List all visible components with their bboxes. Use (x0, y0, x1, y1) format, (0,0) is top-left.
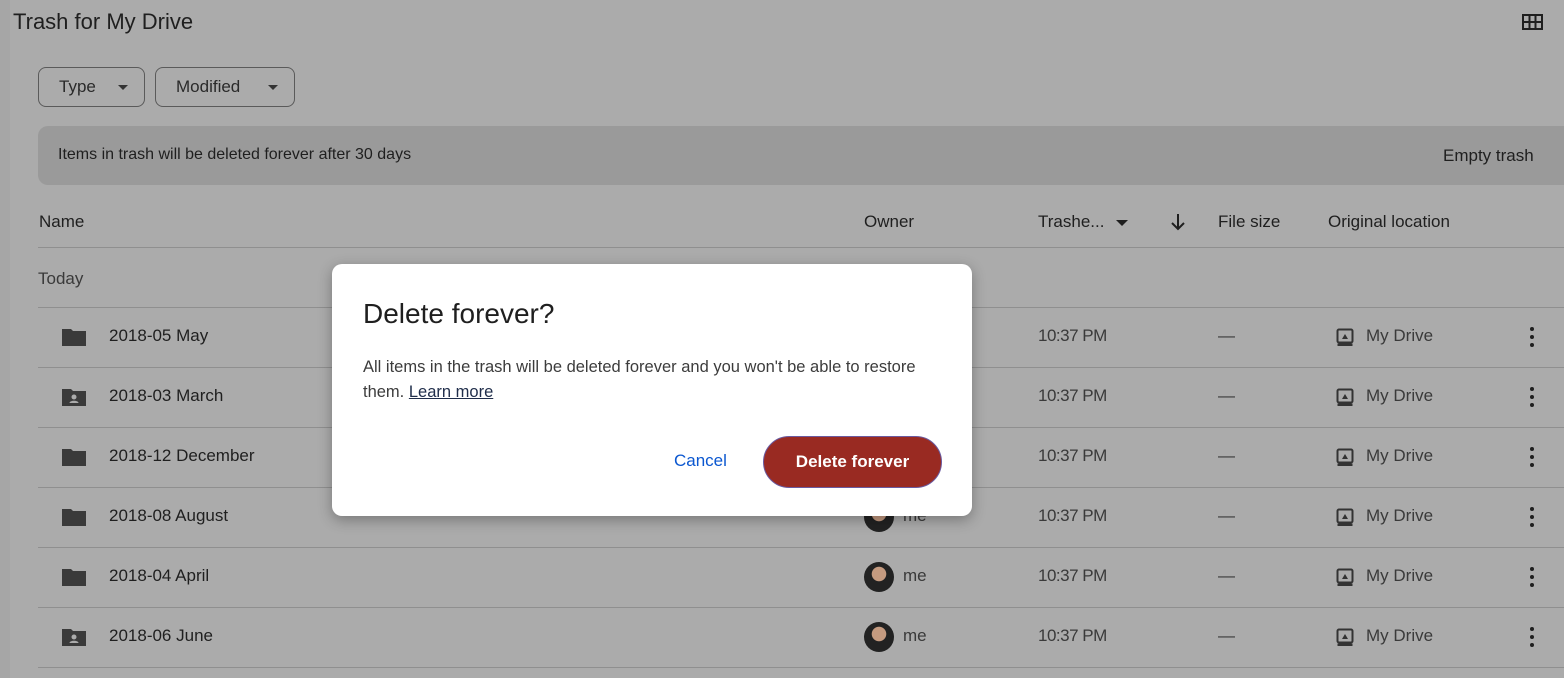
avatar (864, 622, 894, 652)
my-drive-icon (1336, 388, 1354, 406)
trashed-time: 10:37 PM (1038, 386, 1107, 405)
empty-trash-button[interactable]: Empty trash (1443, 146, 1534, 166)
dialog-title: Delete forever? (363, 298, 555, 329)
my-drive-icon (1336, 328, 1354, 346)
my-drive-icon (1336, 628, 1354, 646)
column-name[interactable]: Name (39, 212, 84, 232)
divider (38, 247, 1564, 248)
table-row[interactable]: 2018-06 June me 10:37 PM — My Drive (38, 607, 1564, 667)
my-drive-icon (1336, 568, 1354, 586)
more-options-icon[interactable] (1526, 565, 1538, 589)
type-filter[interactable]: Type (38, 67, 145, 107)
column-original-location[interactable]: Original location (1328, 212, 1450, 232)
file-name: 2018-08 August (109, 506, 229, 525)
file-size: — (1218, 566, 1235, 585)
column-trashed-label: Trashe... (1038, 212, 1105, 231)
original-location: My Drive (1366, 566, 1434, 585)
more-options-icon[interactable] (1526, 445, 1538, 469)
banner-message: Items in trash will be deleted forever a… (58, 146, 412, 163)
grid-view-icon[interactable] (1522, 14, 1543, 30)
file-name: 2018-05 May (109, 326, 209, 345)
shared-folder-icon (62, 629, 86, 646)
file-size: — (1218, 386, 1235, 405)
trashed-time: 10:37 PM (1038, 626, 1107, 645)
original-location: My Drive (1366, 626, 1434, 645)
trashed-time: 10:37 PM (1038, 506, 1107, 525)
owner: me (903, 566, 927, 585)
owner: me (903, 626, 927, 645)
caret-down-icon (118, 85, 128, 90)
trashed-time: 10:37 PM (1038, 446, 1107, 465)
shared-folder-icon (62, 389, 86, 406)
divider (38, 667, 1564, 668)
column-owner[interactable]: Owner (864, 212, 914, 232)
original-location: My Drive (1366, 326, 1434, 345)
modified-filter[interactable]: Modified (155, 67, 295, 107)
file-size: — (1218, 626, 1235, 645)
folder-icon (62, 569, 86, 586)
left-edge (0, 0, 10, 678)
original-location: My Drive (1366, 446, 1434, 465)
avatar (864, 562, 894, 592)
trash-banner: Items in trash will be deleted forever a… (38, 126, 1564, 185)
more-options-icon[interactable] (1526, 625, 1538, 649)
column-file-size[interactable]: File size (1218, 212, 1280, 232)
learn-more-link[interactable]: Learn more (409, 383, 493, 401)
group-label-today: Today (38, 269, 84, 288)
more-options-icon[interactable] (1526, 385, 1538, 409)
file-name: 2018-06 June (109, 626, 213, 645)
file-name: 2018-04 April (109, 566, 210, 585)
folder-icon (62, 329, 86, 346)
original-location: My Drive (1366, 386, 1434, 405)
more-options-icon[interactable] (1526, 505, 1538, 529)
file-size: — (1218, 506, 1235, 525)
trashed-time: 10:37 PM (1038, 566, 1107, 585)
my-drive-icon (1336, 448, 1354, 466)
column-trashed[interactable]: Trashe... (1038, 212, 1129, 232)
cancel-button[interactable]: Cancel (674, 451, 727, 471)
type-filter-label: Type (59, 77, 96, 96)
my-drive-icon (1336, 508, 1354, 526)
file-size: — (1218, 326, 1235, 345)
trashed-time: 10:37 PM (1038, 326, 1107, 345)
caret-down-icon (1116, 219, 1129, 226)
page-title: Trash for My Drive (13, 9, 194, 34)
folder-icon (62, 449, 86, 466)
sort-descending-icon[interactable] (1170, 213, 1186, 231)
file-name: 2018-03 March (109, 386, 224, 405)
modified-filter-label: Modified (176, 77, 241, 96)
file-name: 2018-12 December (109, 446, 255, 465)
caret-down-icon (268, 85, 278, 90)
original-location: My Drive (1366, 506, 1434, 525)
dialog-body: All items in the trash will be deleted f… (363, 355, 933, 405)
delete-forever-button[interactable]: Delete forever (763, 436, 942, 488)
delete-forever-dialog: Delete forever? All items in the trash w… (332, 264, 972, 516)
folder-icon (62, 509, 86, 526)
table-row[interactable]: 2018-04 April me 10:37 PM — My Drive (38, 547, 1564, 607)
more-options-icon[interactable] (1526, 325, 1538, 349)
file-size: — (1218, 446, 1235, 465)
